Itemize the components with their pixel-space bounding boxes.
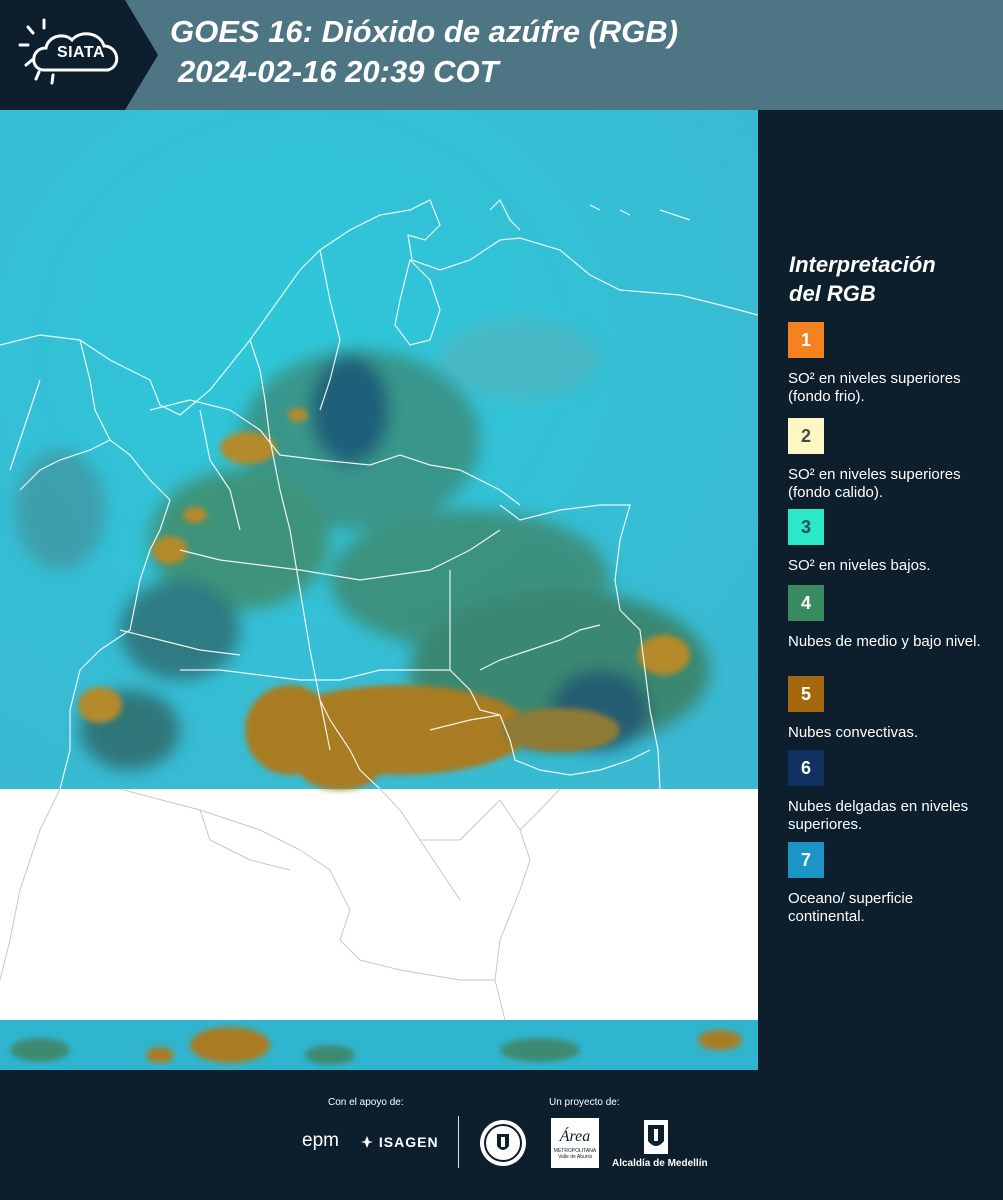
satellite-map [0, 110, 758, 1070]
legend-swatch-5: 5 [788, 676, 824, 712]
imagery-lower [0, 1020, 758, 1070]
alcaldia-logo-text: Alcaldía de Medellín [612, 1158, 708, 1169]
isagen-logo-text: ISAGEN [378, 1134, 439, 1150]
legend-description-1: SO² en niveles superiores (fondo frio). [788, 370, 961, 405]
legend-swatch-2: 2 [788, 418, 824, 454]
alcaldia-crest-icon [644, 1120, 668, 1154]
legend-item-5: 5 Nubes convectivas. [788, 676, 988, 742]
siata-logo: SIATA [0, 0, 160, 110]
isagen-mark-icon [361, 1136, 373, 1148]
legend-number-2: 2 [800, 425, 811, 446]
legend-swatch-7: 7 [788, 842, 824, 878]
legend-title: Interpretación del RGB [789, 250, 989, 308]
support-label: Con el apoyo de: [328, 1097, 404, 1108]
legend-description-3: SO² en niveles bajos. [788, 557, 931, 574]
area-metropolitana-logo: Área METROPOLITANA Valle de Aburrá [551, 1118, 599, 1168]
area-logo-title: Área [559, 1128, 591, 1145]
legend-number-4: 4 [800, 592, 811, 613]
legend-number-1: 1 [800, 329, 811, 350]
isagen-logo: ISAGEN [360, 1134, 439, 1150]
area-logo-sub2: Valle de Aburrá [558, 1154, 592, 1160]
header-bar: SIATA GOES 16: Dióxido de azúfre (RGB) 2… [0, 0, 1003, 110]
legend-item-6: 6 Nubes delgadas en niveles superiores. [788, 750, 988, 834]
legend-swatch-6: 6 [788, 750, 824, 786]
page-timestamp: 2024-02-16 20:39 COT [178, 54, 499, 89]
page-title: GOES 16: Dióxido de azúfre (RGB) [170, 14, 679, 49]
legend-description-5: Nubes convectivas. [788, 724, 919, 741]
legend-description-6: Nubes delgadas en niveles superiores. [788, 798, 969, 833]
legend-description-4: Nubes de medio y bajo nivel. [788, 633, 981, 650]
legend-item-4: 4 Nubes de medio y bajo nivel. [788, 585, 988, 651]
legend-number-5: 5 [800, 683, 811, 704]
legend-number-3: 3 [800, 516, 811, 537]
boundary-lines-gap [0, 788, 561, 1021]
imagery-upper [0, 110, 758, 790]
project-label: Un proyecto de: [549, 1097, 620, 1108]
legend-item-2: 2 SO² en niveles superiores (fondo calid… [788, 418, 988, 502]
siata-logo-text: SIATA [56, 44, 106, 61]
legend-swatch-4: 4 [788, 585, 824, 621]
epm-logo-text: epm [302, 1130, 339, 1151]
legend-title-line1: Interpretación [789, 252, 936, 277]
legend-number-6: 6 [800, 757, 811, 778]
legend-number-7: 7 [800, 849, 811, 870]
legend-description-2: SO² en niveles superiores (fondo calido)… [788, 466, 961, 501]
legend-description-7: Oceano/ superficie continental. [788, 890, 914, 925]
legend-title-line2: del RGB [789, 281, 876, 306]
legend-item-1: 1 SO² en niveles superiores (fondo frio)… [788, 322, 988, 406]
footer-divider [458, 1116, 459, 1168]
legend-swatch-3: 3 [788, 509, 824, 545]
epm-logo: epm [302, 1130, 339, 1152]
legend-item-3: 3 SO² en niveles bajos. [788, 509, 988, 575]
seal-logo [480, 1120, 526, 1166]
legend-swatch-1: 1 [788, 322, 824, 358]
legend-item-7: 7 Oceano/ superficie continental. [788, 842, 988, 926]
